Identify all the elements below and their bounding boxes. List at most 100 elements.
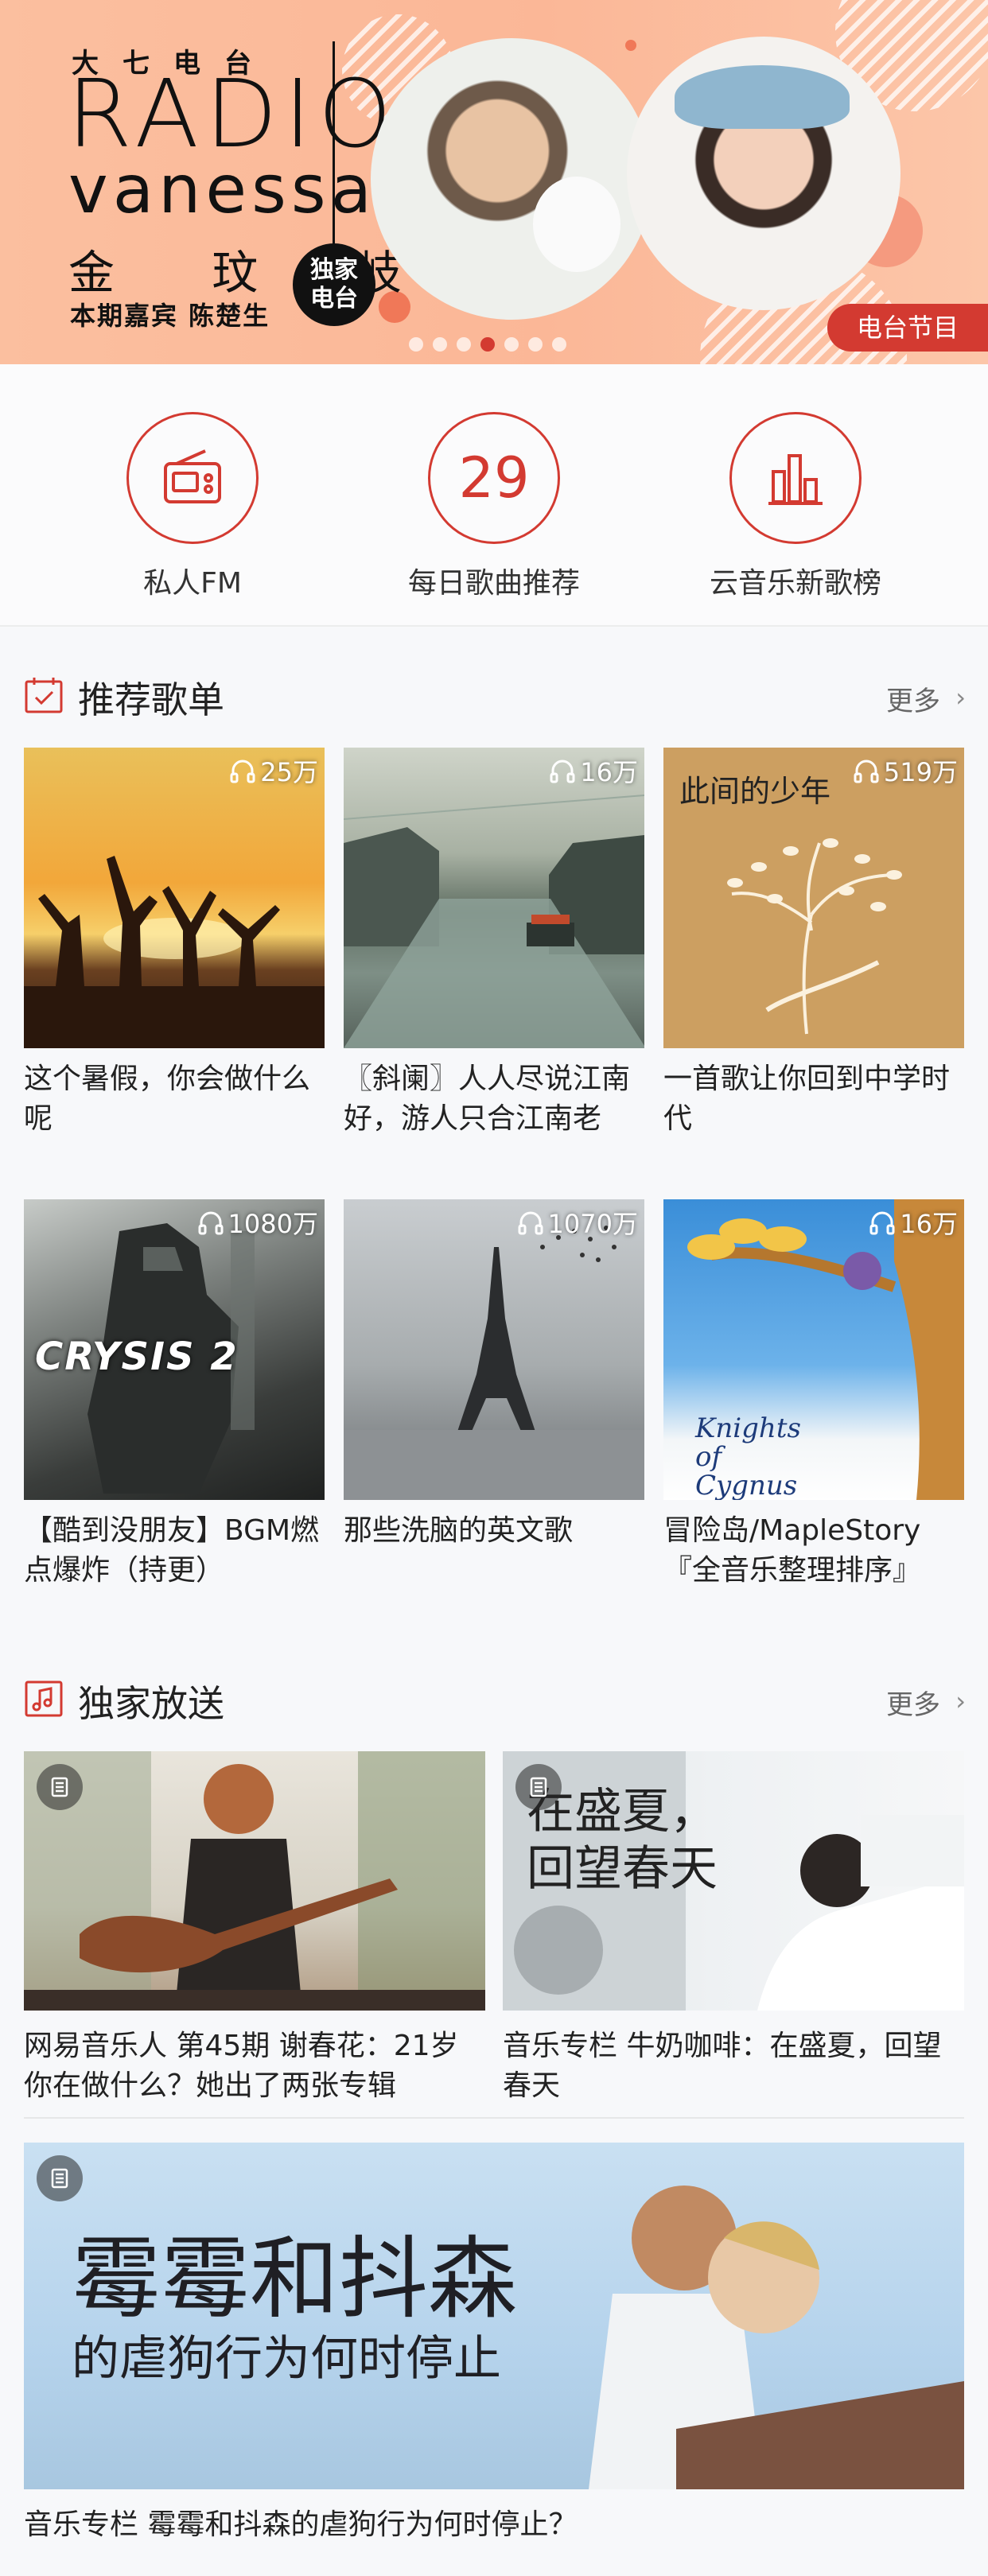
cover-river-scene <box>344 795 644 1048</box>
playlist-cover: 25万 <box>24 748 325 1048</box>
exclusive-cover <box>24 1751 485 2011</box>
recommend-header: 推荐歌单 更多 › <box>0 659 988 730</box>
playlist-card[interactable]: 1070万 那些洗脑的英文歌 <box>344 1199 644 1591</box>
cover-headline-line2: 的虐狗行为何时停止 <box>72 2331 501 2387</box>
quick-entries: 私人FM 29 每日歌曲推荐 云音乐新歌榜 <box>0 364 988 627</box>
cover-guitar-girl <box>24 1751 485 2011</box>
calendar-check-icon <box>25 678 63 713</box>
playlist-cover: CRYSIS 2 1080万 <box>24 1199 325 1500</box>
play-count-value: 519万 <box>883 757 958 787</box>
play-count-value: 1080万 <box>228 1209 318 1239</box>
play-count-value: 25万 <box>260 757 318 787</box>
cover-headline-line1: 霉霉和抖森 <box>72 2228 517 2331</box>
headphones-icon <box>869 1211 895 1235</box>
exclusive-card[interactable]: 在盛夏， 回望春天 音乐专栏 牛奶咖啡：在盛夏，回望春天 <box>503 1751 964 2106</box>
headphones-icon <box>550 760 575 783</box>
play-count-value: 16万 <box>580 757 638 787</box>
cover-headline-line2: 回望春天 <box>527 1841 718 1897</box>
headphones-icon <box>518 1211 543 1235</box>
pager-dot[interactable] <box>433 337 447 352</box>
radio-banner[interactable]: 大七电台 RADIO vanessa 金 玟 岐 本期嘉宾 陈楚生 独家 电台 … <box>0 0 988 364</box>
article-badge <box>515 1764 562 1810</box>
cover-text: 此间的少年 <box>679 774 831 809</box>
exclusive-line1: 独家 <box>310 256 358 284</box>
headphones-icon <box>198 1211 224 1235</box>
playlist-card[interactable]: 16万 〖斜阑〗人人尽说江南好，游人只合江南老 <box>344 748 644 1139</box>
cover-text: CRYSIS 2 <box>35 1335 239 1379</box>
private-fm-entry[interactable]: 私人FM <box>73 412 312 601</box>
exclusive-line2: 电台 <box>310 285 358 313</box>
section-divider <box>24 2117 964 2119</box>
exclusive-cover: 在盛夏， 回望春天 <box>503 1751 964 2011</box>
calendar-number-icon: 29 <box>428 412 560 544</box>
playlist-cover: 此间的少年 519万 <box>663 748 964 1048</box>
playlist-card[interactable]: CRYSIS 2 1080万 【酷到没朋友】BGM燃点爆炸（持更） <box>24 1199 325 1591</box>
host-photo-male <box>371 38 652 320</box>
radio-program-tag: 电台节目 <box>827 304 988 352</box>
playlist-card[interactable]: 此间的少年 519万 一首歌让你回到中学时代 <box>663 748 964 1139</box>
exclusive-card-title: 音乐专栏 霉霉和抖森的虐狗行为何时停止？ <box>24 2508 578 2541</box>
exclusive-more-link[interactable]: 更多 <box>886 1683 940 1722</box>
pager-dot[interactable] <box>409 337 423 352</box>
playlist-title: 那些洗脑的英文歌 <box>344 1514 574 1547</box>
chart-bars-icon <box>729 412 862 544</box>
playlist-cover: 16万 <box>344 748 644 1048</box>
recommend-more-link[interactable]: 更多 <box>886 679 940 718</box>
article-badge <box>37 2155 83 2201</box>
cover-text: Knights of Cygnus <box>695 1412 801 1500</box>
play-count-value: 16万 <box>900 1209 958 1239</box>
play-count: 1080万 <box>196 1204 318 1241</box>
playlist-cover: 1070万 <box>344 1199 644 1500</box>
play-count: 16万 <box>548 752 638 789</box>
play-count: 25万 <box>228 752 318 789</box>
banner-guest-text: 本期嘉宾 陈楚生 <box>70 301 270 331</box>
daily-songs-entry[interactable]: 29 每日歌曲推荐 <box>375 412 613 601</box>
pager-dot[interactable] <box>480 337 495 352</box>
playlist-title: 这个暑假，你会做什么呢 <box>24 1063 311 1135</box>
radio-icon <box>126 412 259 544</box>
article-icon <box>51 2168 68 2189</box>
play-count-value: 1070万 <box>547 1209 638 1239</box>
new-songs-chart-entry[interactable]: 云音乐新歌榜 <box>676 412 915 601</box>
headphones-icon <box>230 760 255 783</box>
chevron-right-icon: › <box>955 682 966 713</box>
play-count: 519万 <box>852 752 958 789</box>
article-badge <box>37 1764 83 1810</box>
playlist-cover: Knights of Cygnus 16万 <box>663 1199 964 1500</box>
daily-date-number: 29 <box>458 445 530 511</box>
pager-dot[interactable] <box>504 337 519 352</box>
pager-dot[interactable] <box>552 337 566 352</box>
exclusive-card-title: 网易音乐人 第45期 谢春花：21岁你在做什么？她出了两张专辑 <box>24 2030 459 2102</box>
exclusive-card[interactable]: 网易音乐人 第45期 谢春花：21岁你在做什么？她出了两张专辑 <box>24 1751 485 2106</box>
banner-radio-text: RADIO <box>67 59 399 169</box>
play-count: 1070万 <box>516 1204 638 1241</box>
exclusive-card-title: 音乐专栏 牛奶咖啡：在盛夏，回望春天 <box>503 2030 942 2102</box>
headphones-icon <box>854 760 879 783</box>
banner-vanessa-text: vanessa <box>68 150 377 228</box>
recommend-title: 推荐歌单 <box>78 678 224 721</box>
article-icon <box>51 1777 68 1797</box>
music-note-icon <box>25 1680 63 1717</box>
exclusive-header: 独家放送 更多 › <box>0 1662 988 1734</box>
cover-eiffel-tower <box>344 1226 644 1500</box>
pager-dot[interactable] <box>457 337 471 352</box>
exclusive-cover: 霉霉和抖森 的虐狗行为何时停止 <box>24 2143 964 2489</box>
cover-silhouettes <box>24 856 325 1048</box>
new-songs-chart-label: 云音乐新歌榜 <box>709 567 881 600</box>
playlist-title: 一首歌让你回到中学时代 <box>663 1063 951 1135</box>
decor-dot <box>625 40 636 51</box>
banner-pager <box>409 337 566 352</box>
article-icon <box>530 1777 547 1797</box>
exclusive-title: 独家放送 <box>78 1682 224 1725</box>
daily-songs-label: 每日歌曲推荐 <box>407 567 580 600</box>
pager-dot[interactable] <box>528 337 543 352</box>
playlist-title: 【酷到没朋友】BGM燃点爆炸（持更） <box>24 1514 320 1587</box>
exclusive-radio-badge: 独家 电台 <box>293 243 375 326</box>
play-count: 16万 <box>868 1204 958 1241</box>
private-fm-label: 私人FM <box>143 567 242 600</box>
playlist-title: 〖斜阑〗人人尽说江南好，游人只合江南老 <box>344 1063 631 1135</box>
playlist-card[interactable]: 25万 这个暑假，你会做什么呢 <box>24 748 325 1139</box>
playlist-title: 冒险岛/MapleStory『全音乐整理排序』 <box>663 1514 922 1587</box>
playlist-card[interactable]: Knights of Cygnus 16万 冒险岛/MapleStory『全音乐… <box>663 1199 964 1591</box>
exclusive-card-wide[interactable]: 霉霉和抖森 的虐狗行为何时停止 音乐专栏 霉霉和抖森的虐狗行为何时停止？ <box>24 2143 964 2545</box>
